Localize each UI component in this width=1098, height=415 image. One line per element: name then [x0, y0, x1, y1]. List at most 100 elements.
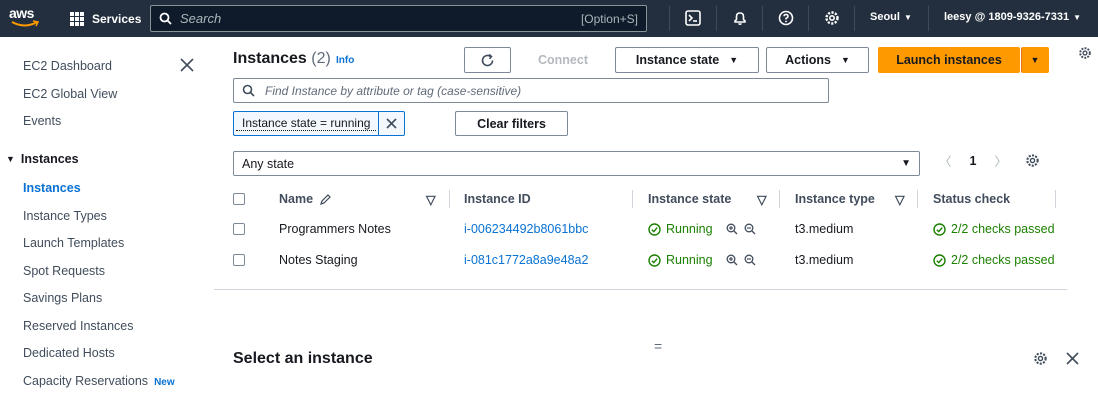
check-circle-icon — [933, 222, 946, 236]
split-panel-resize-handle[interactable]: = — [654, 338, 662, 354]
close-icon[interactable] — [1066, 352, 1079, 365]
info-link[interactable]: Info — [336, 55, 354, 66]
status-check-label: 2/2 checks passed — [951, 253, 1055, 267]
sidebar-item-spot-requests[interactable]: Spot Requests — [23, 264, 105, 278]
account-menu[interactable]: leesy @ 1809-9326-7331 ▼ — [944, 11, 1081, 23]
global-search[interactable]: [Option+S] — [150, 5, 647, 32]
instance-state-running: Running — [648, 214, 756, 244]
instance-state-running: Running — [648, 245, 756, 275]
account-label: leesy @ 1809-9326-7331 — [944, 11, 1070, 23]
zoom-in-icon[interactable] — [726, 223, 738, 235]
settings-icon[interactable] — [823, 9, 841, 27]
check-circle-icon — [933, 253, 946, 267]
actions-button[interactable]: Actions ▼ — [766, 47, 869, 73]
services-label: Services — [92, 11, 142, 26]
clear-filters-button[interactable]: Clear filters — [455, 111, 568, 136]
zoom-in-icon[interactable] — [726, 254, 738, 266]
page-number[interactable]: 1 — [970, 154, 977, 168]
aws-logo[interactable]: aws — [9, 6, 43, 32]
sort-icon[interactable]: ▽ — [757, 184, 767, 214]
sidebar-item-instances[interactable]: Instances — [23, 181, 81, 195]
sidebar-item-savings-plans[interactable]: Savings Plans — [23, 291, 102, 305]
sidebar-item-instance-types[interactable]: Instance Types — [23, 209, 107, 223]
status-check: 2/2 checks passed — [933, 214, 1055, 244]
split-panel-title: Select an instance — [233, 350, 373, 367]
column-header-name[interactable]: Name — [279, 184, 332, 214]
column-header-instance-type[interactable]: Instance type — [795, 184, 875, 214]
sort-icon[interactable]: ▽ — [895, 184, 905, 214]
settings-icon[interactable] — [1025, 153, 1040, 168]
sidebar-item-label: Capacity Reservations — [23, 374, 149, 388]
table-row[interactable]: Notes Staging i-081c1772a8a9e48a2 Runnin… — [233, 245, 1063, 275]
sidebar-section-label: Instances — [20, 152, 79, 166]
chevron-right-icon[interactable]: 〉 — [994, 151, 1007, 170]
services-grid-icon — [70, 11, 84, 26]
zoom-out-icon[interactable] — [744, 254, 756, 266]
new-badge: New — [154, 377, 175, 388]
caret-down-icon: ▼ — [1073, 13, 1082, 22]
state-filter-select[interactable]: Any state ▼ — [233, 151, 920, 176]
search-icon — [242, 84, 255, 97]
caret-down-icon: ▼ — [840, 55, 850, 65]
filter-token[interactable]: Instance state = running — [233, 111, 406, 136]
instance-state-label: Running — [666, 253, 713, 267]
status-check-label: 2/2 checks passed — [951, 222, 1055, 236]
zoom-out-icon[interactable] — [744, 223, 756, 235]
select-all-checkbox[interactable] — [233, 193, 245, 205]
sidebar-item-launch-templates[interactable]: Launch Templates — [23, 236, 124, 250]
page-title: Instances (2) — [233, 50, 331, 68]
search-shortcut-hint: [Option+S] — [580, 11, 638, 26]
aws-logo-text: aws — [9, 5, 34, 21]
instance-state-label: Running — [666, 222, 713, 236]
actions-label: Actions — [785, 53, 831, 67]
remove-filter-button[interactable] — [378, 112, 404, 135]
column-header-instance-id[interactable]: Instance ID — [464, 184, 531, 214]
close-icon — [386, 118, 397, 129]
sidebar-item-capacity-reservations[interactable]: Capacity Reservations New — [23, 374, 175, 388]
sidebar-item-events[interactable]: Events — [23, 114, 61, 128]
sidebar-item-reserved-instances[interactable]: Reserved Instances — [23, 319, 133, 333]
instance-state-label: Instance state — [635, 53, 720, 67]
instance-id-link[interactable]: i-006234492b8061bbc — [464, 214, 588, 244]
bell-icon[interactable] — [731, 9, 749, 27]
instance-count: (2) — [311, 50, 331, 67]
search-input[interactable] — [180, 11, 581, 26]
instance-state-button[interactable]: Instance state ▼ — [615, 47, 759, 73]
chevron-left-icon[interactable]: 〈 — [939, 151, 952, 170]
sidebar-item-ec2-global-view[interactable]: EC2 Global View — [23, 87, 117, 101]
column-header-label: Name — [279, 192, 314, 206]
find-instance-search[interactable] — [233, 78, 829, 103]
sort-icon[interactable]: ▽ — [426, 184, 436, 214]
settings-icon[interactable] — [1078, 46, 1092, 60]
close-icon[interactable] — [180, 58, 194, 72]
find-instance-input[interactable] — [265, 83, 820, 98]
table-header: Name ▽ Instance ID Instance state ▽ Inst… — [233, 184, 1063, 214]
region-label: Seoul — [870, 11, 900, 23]
region-selector[interactable]: Seoul ▼ — [870, 11, 912, 23]
instance-id-link[interactable]: i-081c1772a8a9e48a2 — [464, 245, 588, 275]
table-row[interactable]: Programmers Notes i-006234492b8061bbc Ru… — [233, 214, 1063, 244]
caret-down-icon: ▼ — [729, 55, 739, 65]
help-icon[interactable] — [777, 9, 795, 27]
services-menu[interactable]: Services — [70, 0, 141, 37]
sidebar-item-ec2-dashboard[interactable]: EC2 Dashboard — [23, 59, 112, 73]
refresh-icon — [481, 53, 494, 66]
column-header-status-check[interactable]: Status check — [933, 184, 1010, 214]
pagination: 〈 1 〉 — [939, 151, 1040, 170]
caret-down-icon: ▼ — [1030, 55, 1040, 65]
check-circle-icon — [648, 253, 661, 267]
refresh-button[interactable] — [464, 47, 511, 73]
launch-instances-button[interactable]: Launch instances — [878, 47, 1020, 73]
sidebar-item-dedicated-hosts[interactable]: Dedicated Hosts — [23, 346, 115, 360]
caret-down-icon: ▼ — [901, 158, 911, 169]
connect-button[interactable]: Connect — [528, 47, 598, 73]
row-checkbox[interactable] — [233, 254, 245, 266]
cloudshell-icon[interactable] — [684, 9, 702, 27]
edit-icon — [320, 193, 331, 205]
check-circle-icon — [648, 222, 661, 236]
column-header-instance-state[interactable]: Instance state — [648, 184, 731, 214]
sidebar-section-instances[interactable]: ▼ Instances — [6, 152, 79, 166]
launch-instances-dropdown[interactable]: ▼ — [1021, 47, 1049, 73]
row-checkbox[interactable] — [233, 223, 245, 235]
settings-icon[interactable] — [1033, 351, 1048, 366]
